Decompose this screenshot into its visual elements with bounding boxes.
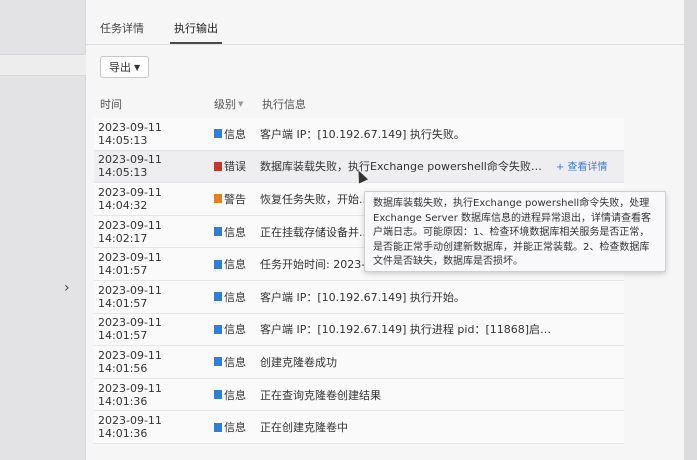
table-row: 2023-09-11 14:01:36 信息 正在查询克隆卷创建结果: [94, 378, 624, 412]
column-header-info: 执行信息: [262, 98, 306, 111]
row-level: 信息: [214, 289, 260, 305]
level-color-icon: [214, 324, 222, 334]
tab-task-details[interactable]: 任务详情: [96, 14, 148, 44]
export-button[interactable]: 导出 ▼: [100, 56, 150, 78]
row-level-label: 警告: [224, 192, 246, 206]
table-row: 2023-09-11 14:01:36 信息 正在创建克隆卷中: [94, 411, 624, 444]
row-time: 2023-09-11 14:02:17: [98, 218, 162, 245]
left-pane: ›: [0, 0, 86, 460]
row-level: 信息: [214, 126, 260, 142]
level-color-icon: [214, 357, 222, 367]
column-header-level[interactable]: 级别 ▼: [214, 96, 262, 112]
row-time: 2023-09-11 14:01:57: [98, 283, 162, 310]
row-info: 客户端 IP：[10.192.67.149] 执行进程 pid：[11868]启…: [260, 323, 552, 337]
row-info: 客户端 IP：[10.192.67.149] 执行开始。: [260, 290, 465, 304]
right-edge: [684, 0, 697, 460]
row-level: 信息: [214, 354, 260, 370]
column-header-level-label: 级别: [214, 98, 236, 111]
level-color-icon: [214, 161, 222, 171]
level-color-icon: [214, 129, 222, 139]
sort-icon[interactable]: ▼: [238, 100, 243, 108]
row-info: 数据库装载失败，执行Exchange powershell命令失败… + 查看详情: [260, 158, 624, 174]
row-time: 2023-09-11 14:01:56: [98, 348, 162, 375]
row-level: 信息: [214, 224, 260, 240]
row-time: 2023-09-11 14:01:36: [98, 414, 162, 441]
table-row: 2023-09-11 14:01:57 信息 客户端 IP：[10.192.67…: [94, 313, 624, 347]
row-time: 2023-09-11 14:01:36: [98, 381, 162, 408]
row-time: 2023-09-11 14:01:57: [98, 251, 162, 278]
chevron-down-icon: ▼: [134, 62, 141, 72]
tab-execution-output[interactable]: 执行输出: [170, 14, 222, 44]
level-color-icon: [214, 227, 222, 237]
row-level-label: 信息: [224, 258, 246, 272]
row-info: 正在创建克隆卷中: [260, 421, 348, 435]
table-row: 2023-09-11 14:01:56 信息 创建克隆卷成功: [94, 346, 624, 379]
tab-divider: [86, 44, 684, 45]
row-level: 信息: [214, 256, 260, 272]
left-pane-row: [0, 54, 86, 76]
export-label: 导出: [109, 61, 131, 74]
row-level-label: 信息: [224, 323, 246, 337]
row-info-text: 数据库装载失败，执行Exchange powershell命令失败…: [260, 160, 542, 174]
log-table-body: 2023-09-11 14:05:13 信息 客户端 IP：[10.192.67…: [94, 118, 624, 444]
table-row: 2023-09-11 14:01:57 信息 客户端 IP：[10.192.67…: [94, 280, 624, 314]
row-level-label: 信息: [224, 127, 246, 141]
row-level-label: 信息: [224, 225, 246, 239]
row-level: 信息: [214, 387, 260, 403]
expand-arrow-icon[interactable]: ›: [64, 280, 70, 296]
row-level-label: 信息: [224, 290, 246, 304]
level-color-icon: [214, 390, 222, 400]
row-level-label: 错误: [224, 160, 246, 174]
row-time: 2023-09-11 14:01:57: [98, 316, 162, 343]
table-row: 2023-09-11 14:05:13 信息 客户端 IP：[10.192.67…: [94, 118, 624, 151]
row-level: 警告: [214, 191, 260, 207]
table-header: 时间 级别 ▼ 执行信息: [96, 90, 616, 118]
row-info: 客户端 IP：[10.192.67.149] 执行失败。: [260, 127, 465, 141]
level-color-icon: [214, 422, 222, 432]
row-level: 错误: [214, 158, 260, 174]
level-color-icon: [214, 194, 222, 204]
level-color-icon: [214, 292, 222, 302]
row-level: 信息: [214, 419, 260, 435]
row-time: 2023-09-11 14:05:13: [98, 120, 162, 147]
row-level-label: 信息: [224, 388, 246, 402]
tab-bar: 任务详情 执行输出: [96, 14, 222, 44]
row-level-label: 信息: [224, 421, 246, 435]
row-info: 创建克隆卷成功: [260, 355, 337, 369]
row-time: 2023-09-11 14:04:32: [98, 185, 162, 212]
row-level-label: 信息: [224, 355, 246, 369]
row-info: 正在查询克隆卷创建结果: [260, 388, 381, 402]
error-details-tooltip: 数据库装载失败，执行Exchange powershell命令失败，处理Exch…: [364, 191, 666, 272]
row-time: 2023-09-11 14:05:13: [98, 153, 162, 180]
row-level: 信息: [214, 321, 260, 337]
level-color-icon: [214, 259, 222, 269]
column-header-time: 时间: [100, 98, 122, 111]
view-details-link[interactable]: + 查看详情: [556, 162, 608, 173]
